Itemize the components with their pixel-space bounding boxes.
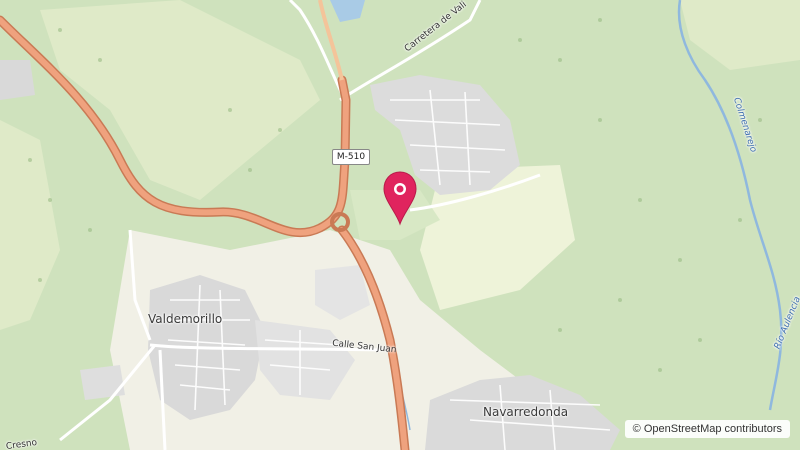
urban-area xyxy=(0,60,35,100)
road-shield-m510: M-510 xyxy=(332,149,370,165)
label-navarredonda: Navarredonda xyxy=(483,405,569,419)
map-view[interactable]: Valdemorillo Navarredonda Calle San Juan… xyxy=(0,0,800,450)
map-pin-icon[interactable] xyxy=(382,170,418,226)
urban-area xyxy=(80,365,125,400)
label-valdemorillo: Valdemorillo xyxy=(148,312,223,326)
map-attribution[interactable]: © OpenStreetMap contributors xyxy=(624,420,790,438)
